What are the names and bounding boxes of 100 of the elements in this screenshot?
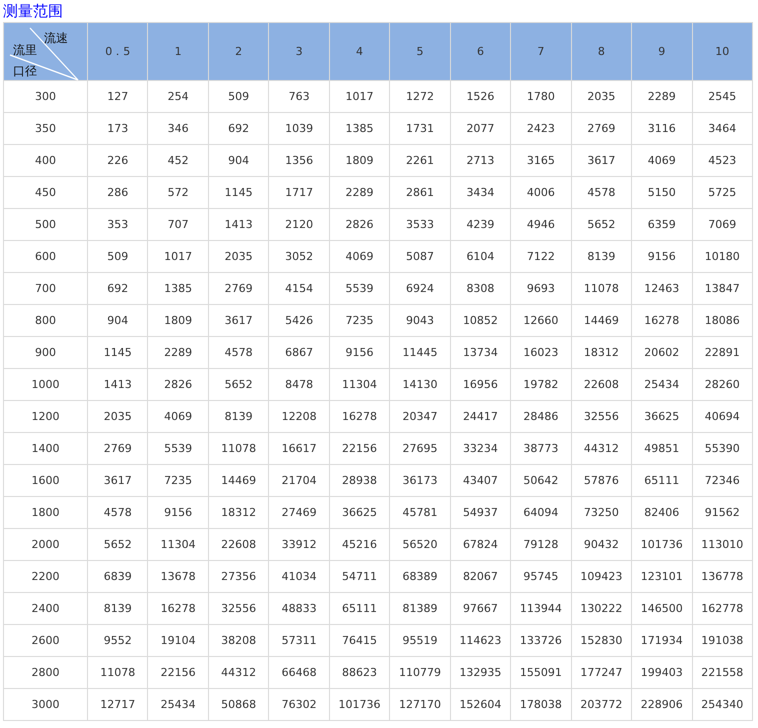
table-cell: 54937	[450, 496, 511, 528]
table-cell: 14469	[208, 464, 269, 496]
table-cell: 2261	[390, 144, 450, 176]
table-cell: 27469	[268, 496, 330, 528]
table-cell: 1780	[510, 80, 572, 112]
table-cell: 50642	[510, 464, 572, 496]
table-cell: 14469	[571, 304, 632, 336]
table-cell: 95745	[510, 560, 572, 592]
table-cell: 40694	[692, 400, 752, 432]
table-cell: 67824	[450, 528, 511, 560]
table-cell: 4578	[88, 496, 148, 528]
row-header: 1200	[4, 400, 88, 432]
table-cell: 130222	[571, 592, 632, 624]
table-cell: 509	[208, 80, 269, 112]
row-header: 800	[4, 304, 88, 336]
table-cell: 11078	[208, 432, 269, 464]
table-cell: 48833	[268, 592, 330, 624]
table-cell: 12717	[88, 688, 148, 720]
table-cell: 22608	[571, 368, 632, 400]
table-cell: 11304	[148, 528, 208, 560]
table-cell: 707	[148, 208, 208, 240]
table-cell: 5652	[571, 208, 632, 240]
table-cell: 55390	[692, 432, 752, 464]
table-cell: 177247	[571, 656, 632, 688]
column-header: 0．5	[88, 22, 148, 80]
table-cell: 4578	[208, 336, 269, 368]
row-header: 1600	[4, 464, 88, 496]
table-cell: 45216	[329, 528, 390, 560]
table-cell: 16278	[329, 400, 390, 432]
table-cell: 4069	[148, 400, 208, 432]
table-cell: 2035	[88, 400, 148, 432]
corner-label: 口径	[13, 64, 37, 78]
table-cell: 3116	[632, 112, 692, 144]
table-cell: 6839	[88, 560, 148, 592]
table-cell: 82406	[632, 496, 692, 528]
table-cell: 904	[88, 304, 148, 336]
table-cell: 33912	[268, 528, 330, 560]
table-cell: 254	[148, 80, 208, 112]
table-cell: 2289	[632, 80, 692, 112]
table-cell: 18312	[208, 496, 269, 528]
corner-label: 流里	[13, 43, 37, 57]
table-cell: 2826	[148, 368, 208, 400]
table-cell: 82067	[450, 560, 511, 592]
corner-label: 流速	[44, 31, 68, 45]
table-cell: 24417	[450, 400, 511, 432]
table-cell: 11304	[329, 368, 390, 400]
column-header: 9	[632, 22, 692, 80]
table-cell: 79128	[510, 528, 572, 560]
row-header: 500	[4, 208, 88, 240]
table-cell: 5652	[88, 528, 148, 560]
table-cell: 114623	[450, 624, 511, 656]
row-header: 900	[4, 336, 88, 368]
table-cell: 72346	[692, 464, 752, 496]
table-cell: 81389	[390, 592, 450, 624]
column-header: 4	[329, 22, 390, 80]
table-cell: 152830	[571, 624, 632, 656]
table-cell: 56520	[390, 528, 450, 560]
table-cell: 5652	[208, 368, 269, 400]
table-cell: 13678	[148, 560, 208, 592]
table-cell: 20347	[390, 400, 450, 432]
table-cell: 18312	[571, 336, 632, 368]
table-cell: 1385	[148, 272, 208, 304]
table-cell: 254340	[692, 688, 752, 720]
table-cell: 32556	[208, 592, 269, 624]
table-cell: 1731	[390, 112, 450, 144]
table-cell: 76415	[329, 624, 390, 656]
table-cell: 20602	[632, 336, 692, 368]
table-cell: 11445	[390, 336, 450, 368]
table-cell: 65111	[632, 464, 692, 496]
row-header: 600	[4, 240, 88, 272]
table-cell: 1272	[390, 80, 450, 112]
table-cell: 16278	[148, 592, 208, 624]
table-cell: 10852	[450, 304, 511, 336]
column-header: 6	[450, 22, 511, 80]
table-cell: 2289	[329, 176, 390, 208]
table-cell: 6924	[390, 272, 450, 304]
table-cell: 572	[148, 176, 208, 208]
table-cell: 10180	[692, 240, 752, 272]
table-cell: 11078	[88, 656, 148, 688]
table-cell: 3052	[268, 240, 330, 272]
table-cell: 38773	[510, 432, 572, 464]
page-title: 测量范围	[3, 2, 63, 20]
table-cell: 5087	[390, 240, 450, 272]
table-cell: 1385	[329, 112, 390, 144]
table-cell: 16956	[450, 368, 511, 400]
table-cell: 1017	[148, 240, 208, 272]
table-cell: 91562	[692, 496, 752, 528]
table-cell: 178038	[510, 688, 572, 720]
table-cell: 36173	[390, 464, 450, 496]
row-header: 1400	[4, 432, 88, 464]
table-cell: 18086	[692, 304, 752, 336]
table-cell: 8139	[208, 400, 269, 432]
table-cell: 191038	[692, 624, 752, 656]
row-header: 3000	[4, 688, 88, 720]
table-cell: 155091	[510, 656, 572, 688]
table-cell: 49851	[632, 432, 692, 464]
table-cell: 113010	[692, 528, 752, 560]
table-cell: 6104	[450, 240, 511, 272]
row-header: 2400	[4, 592, 88, 624]
table-cell: 9693	[510, 272, 572, 304]
